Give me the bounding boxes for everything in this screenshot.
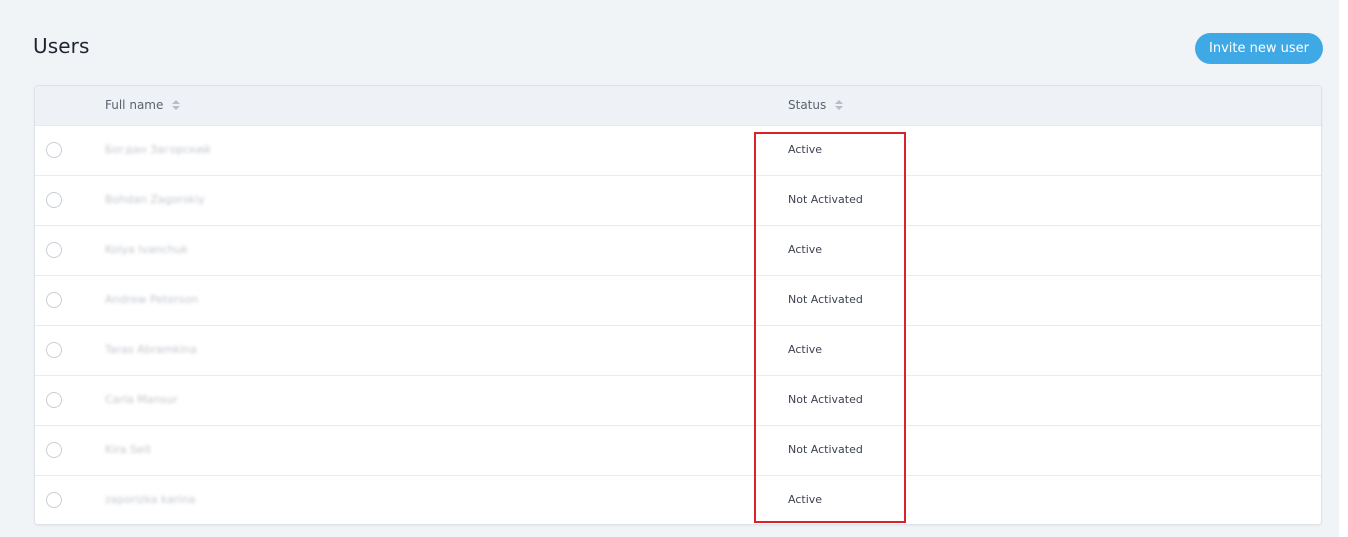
row-select-radio[interactable] xyxy=(46,242,62,258)
user-full-name: Andrew Peterson xyxy=(105,293,199,306)
column-header-status[interactable]: Status xyxy=(788,98,844,112)
row-select-radio[interactable] xyxy=(46,192,62,208)
user-full-name: Carla Mansur xyxy=(105,393,178,406)
users-panel: Users Invite new user Full name Status Б… xyxy=(0,0,1339,537)
user-status: Active xyxy=(788,143,823,156)
table-header: Full name Status xyxy=(35,86,1321,126)
table-row[interactable]: zaporizka karina Active xyxy=(35,476,1321,524)
user-status: Not Activated xyxy=(788,293,863,306)
user-status: Not Activated xyxy=(788,393,863,406)
column-header-full-name[interactable]: Full name xyxy=(105,98,181,112)
row-select-radio[interactable] xyxy=(46,142,62,158)
table-row[interactable]: Andrew Peterson Not Activated xyxy=(35,276,1321,326)
sort-icon[interactable] xyxy=(835,100,844,110)
table-row[interactable]: Kira Seit Not Activated xyxy=(35,426,1321,476)
table-row[interactable]: Carla Mansur Not Activated xyxy=(35,376,1321,426)
row-select-radio[interactable] xyxy=(46,342,62,358)
user-full-name: Kira Seit xyxy=(105,443,152,456)
table-body: Богдан Загорский Active Bohdan Zagorskiy… xyxy=(35,126,1321,524)
table-row[interactable]: Bohdan Zagorskiy Not Activated xyxy=(35,176,1321,226)
users-table: Full name Status Богдан Загорский Active xyxy=(34,85,1322,525)
table-row[interactable]: Kolya Ivanchuk Active xyxy=(35,226,1321,276)
row-select-radio[interactable] xyxy=(46,292,62,308)
user-status: Not Activated xyxy=(788,193,863,206)
table-row[interactable]: Taras Abramkina Active xyxy=(35,326,1321,376)
user-status: Active xyxy=(788,243,823,256)
user-full-name: zaporizka karina xyxy=(105,493,196,506)
row-select-radio[interactable] xyxy=(46,392,62,408)
user-full-name: Taras Abramkina xyxy=(105,343,197,356)
column-header-status-label: Status xyxy=(788,98,827,112)
row-select-radio[interactable] xyxy=(46,492,62,508)
invite-new-user-button[interactable]: Invite new user xyxy=(1195,33,1323,64)
user-full-name: Богдан Загорский xyxy=(105,143,211,156)
table-row[interactable]: Богдан Загорский Active xyxy=(35,126,1321,176)
user-status: Not Activated xyxy=(788,443,863,456)
sort-icon[interactable] xyxy=(172,100,181,110)
user-status: Active xyxy=(788,343,823,356)
row-select-radio[interactable] xyxy=(46,442,62,458)
column-header-full-name-label: Full name xyxy=(105,98,164,112)
user-status: Active xyxy=(788,493,823,506)
user-full-name: Kolya Ivanchuk xyxy=(105,243,189,256)
user-full-name: Bohdan Zagorskiy xyxy=(105,193,205,206)
page-title: Users xyxy=(33,34,90,58)
